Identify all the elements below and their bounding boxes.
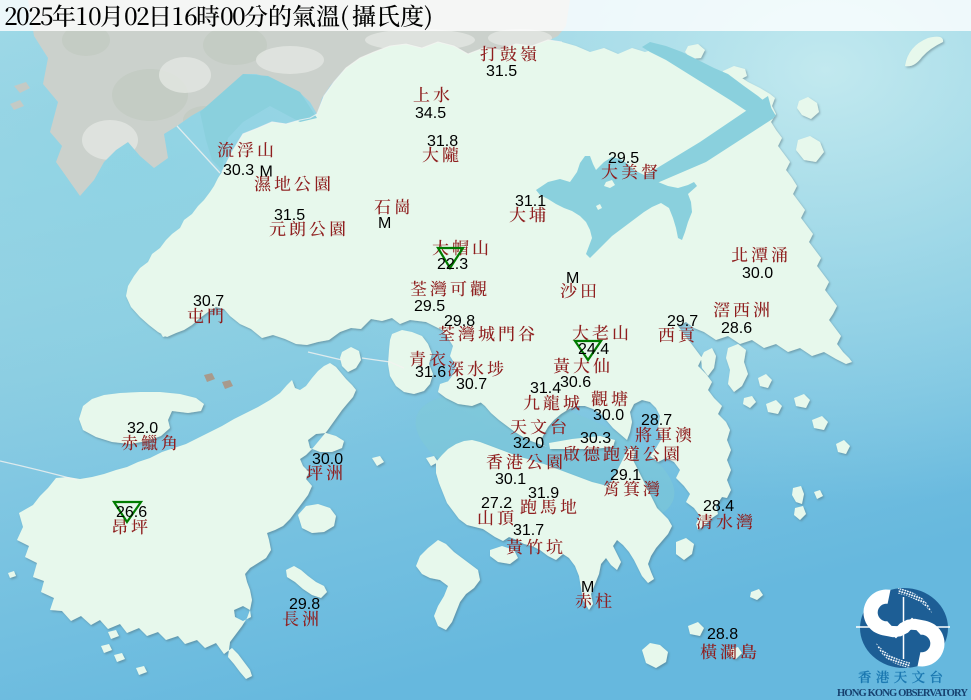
svg-text:30.7: 30.7 [193,293,224,310]
svg-text:30.0: 30.0 [593,407,624,424]
svg-text:32.0: 32.0 [513,435,544,452]
svg-text:31.5: 31.5 [486,63,517,80]
svg-text:26.6: 26.6 [116,504,147,521]
svg-text:M: M [260,164,273,181]
svg-text:30.0: 30.0 [312,451,343,468]
svg-text:29.1: 29.1 [610,467,641,484]
svg-text:30.0: 30.0 [742,265,773,282]
svg-text:30.1: 30.1 [495,471,526,488]
svg-text:24.4: 24.4 [578,341,609,358]
svg-text:31.6: 31.6 [415,364,446,381]
svg-text:29.8: 29.8 [289,596,320,613]
svg-text:M: M [378,215,391,232]
svg-text:29.5: 29.5 [608,150,639,167]
svg-text:29.5: 29.5 [414,298,445,315]
svg-text:32.0: 32.0 [127,420,158,437]
svg-text:M: M [581,579,594,596]
svg-text:29.7: 29.7 [667,313,698,330]
svg-text:M: M [566,270,579,287]
svg-text:31.9: 31.9 [528,485,559,502]
svg-text:28.6: 28.6 [721,320,752,337]
svg-text:HONG KONG OBSERVATORY: HONG KONG OBSERVATORY [837,688,968,699]
svg-text:31.5: 31.5 [274,207,305,224]
svg-text:30.3: 30.3 [580,430,611,447]
svg-text:27.2: 27.2 [481,495,512,512]
svg-text:34.5: 34.5 [415,105,446,122]
svg-text:22.3: 22.3 [437,256,468,273]
svg-text:28.7: 28.7 [641,412,672,429]
svg-text:31.1: 31.1 [515,193,546,210]
svg-text:31.8: 31.8 [427,133,458,150]
svg-text:28.4: 28.4 [703,498,734,515]
svg-text:31.4: 31.4 [530,380,561,397]
svg-text:28.8: 28.8 [707,626,738,643]
svg-text:30.7: 30.7 [456,376,487,393]
svg-text:30.3: 30.3 [223,162,254,179]
svg-text:30.6: 30.6 [560,374,591,391]
svg-text:31.7: 31.7 [513,522,544,539]
svg-text:29.8: 29.8 [444,313,475,330]
